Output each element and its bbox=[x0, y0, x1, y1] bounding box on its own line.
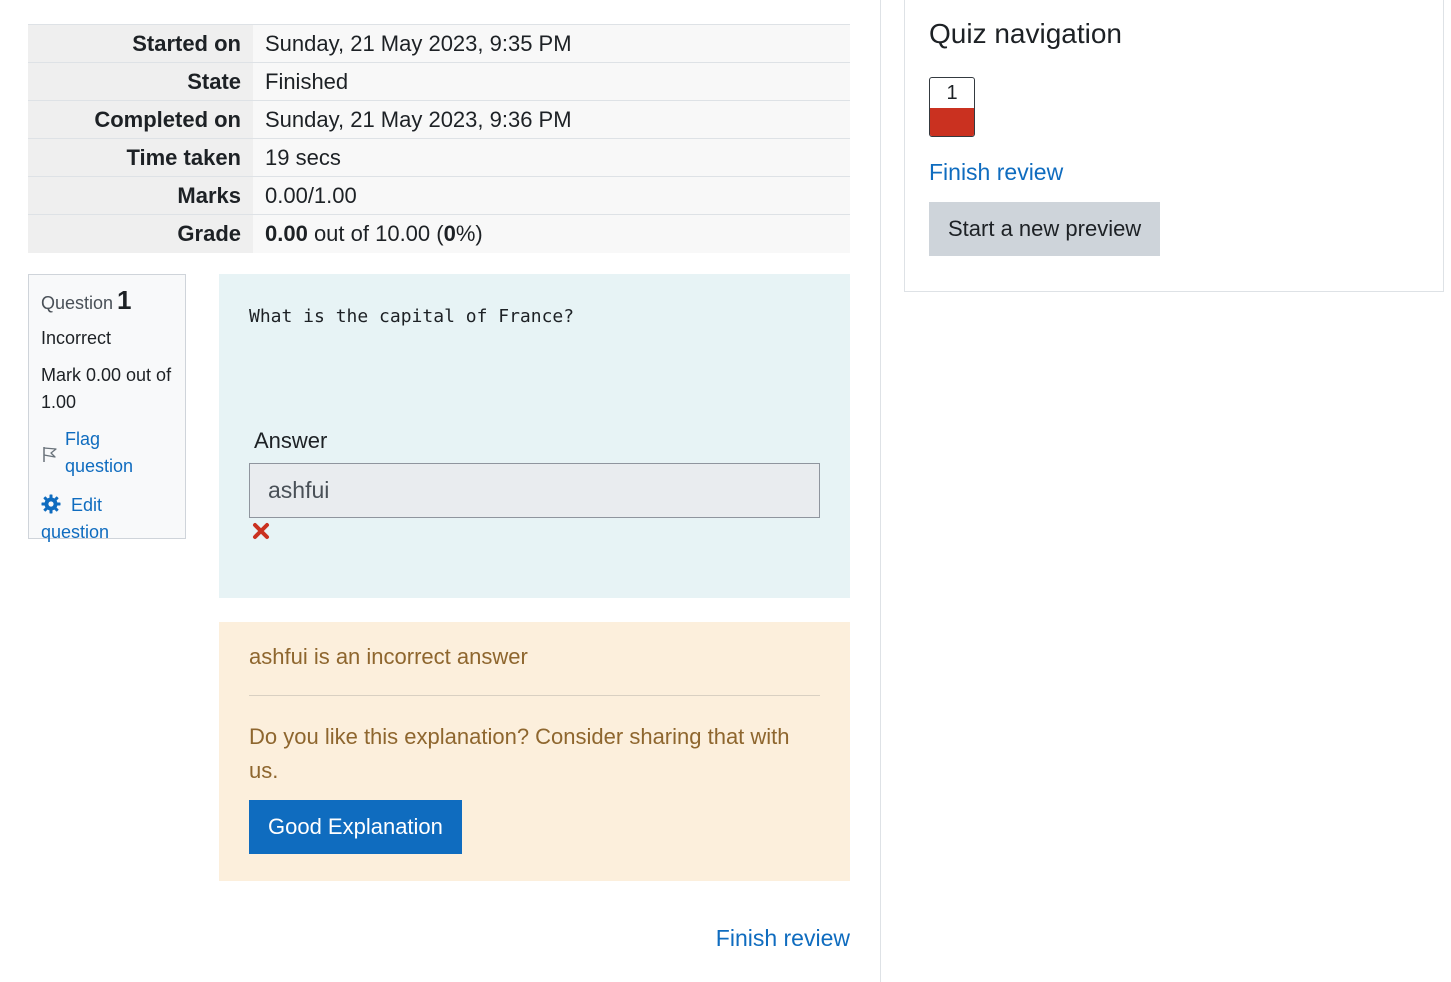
grade-out-of: out of 10.00 ( bbox=[307, 220, 444, 246]
question-nav-status-incorrect bbox=[930, 108, 974, 136]
start-new-preview-button[interactable]: Start a new preview bbox=[929, 202, 1161, 256]
question-mark: Mark 0.00 out of 1.00 bbox=[41, 365, 172, 412]
summary-label: Time taken bbox=[28, 138, 253, 177]
question-state: Incorrect bbox=[41, 328, 112, 348]
summary-row-grade: Grade 0.00 out of 10.00 (0%) bbox=[28, 214, 850, 253]
summary-row-marks: Marks 0.00/1.00 bbox=[28, 176, 850, 215]
summary-row-time-taken: Time taken 19 secs bbox=[28, 138, 850, 177]
quiz-navigation-block: Quiz navigation 1 Finish review Start a … bbox=[904, 0, 1444, 292]
summary-label: Marks bbox=[28, 176, 253, 215]
answer-label: Answer bbox=[254, 428, 328, 453]
feedback-divider bbox=[249, 695, 820, 696]
summary-value: Sunday, 21 May 2023, 9:35 PM bbox=[253, 24, 850, 63]
quiz-navigation-title: Quiz navigation bbox=[929, 18, 1123, 49]
question-label: Question bbox=[41, 293, 114, 313]
finish-review-link-bottom[interactable]: Finish review bbox=[716, 925, 850, 952]
feedback-prompt: Do you like this explanation? Consider s… bbox=[249, 724, 790, 783]
question-formulation: What is the capital of France? Answer as… bbox=[219, 274, 850, 598]
grade-percent-suffix: %) bbox=[455, 220, 483, 246]
summary-value: Finished bbox=[253, 62, 850, 101]
feedback-panel: ashfui is an incorrect answer Do you lik… bbox=[219, 622, 850, 881]
question-info-box: Question 1 Incorrect Mark 0.00 out of 1.0… bbox=[28, 274, 186, 542]
summary-value: Sunday, 21 May 2023, 9:36 PM bbox=[253, 100, 850, 139]
quiz-review-page: Started on Sunday, 21 May 2023, 9:35 PM … bbox=[0, 0, 1451, 982]
summary-label: Started on bbox=[28, 24, 253, 63]
summary-row-started: Started on Sunday, 21 May 2023, 9:35 PM bbox=[28, 24, 850, 63]
column-divider bbox=[880, 0, 881, 982]
question-text: What is the capital of France? bbox=[249, 306, 575, 327]
question-number: Question 1 bbox=[41, 287, 173, 317]
question-number-value: 1 bbox=[117, 285, 132, 315]
summary-label: Grade bbox=[28, 214, 253, 253]
grade-percent: 0 bbox=[443, 220, 456, 246]
question-nav-button[interactable]: 1 bbox=[929, 77, 975, 137]
summary-value: 0.00 out of 10.00 (0%) bbox=[253, 214, 850, 253]
summary-row-state: State Finished bbox=[28, 62, 850, 101]
question-nav-number: 1 bbox=[946, 82, 958, 104]
flag-question-link[interactable]: Flag question bbox=[41, 426, 173, 480]
good-explanation-button[interactable]: Good Explanation bbox=[249, 800, 462, 854]
summary-label: State bbox=[28, 62, 253, 101]
summary-value: 0.00/1.00 bbox=[253, 176, 850, 215]
flag-question-label[interactable]: Flag question bbox=[65, 426, 173, 480]
summary-label: Completed on bbox=[28, 100, 253, 139]
feedback-text: ashfui is an incorrect answer bbox=[249, 644, 528, 669]
gear-icon bbox=[41, 494, 61, 514]
summary-value: 19 secs bbox=[253, 138, 850, 177]
attempt-summary-table: Started on Sunday, 21 May 2023, 9:35 PM … bbox=[28, 24, 850, 253]
finish-review-link[interactable]: Finish review bbox=[929, 159, 1063, 186]
flag-icon bbox=[41, 444, 59, 462]
answer-input[interactable]: ashfui bbox=[249, 463, 820, 518]
grade-score: 0.00 bbox=[265, 220, 308, 246]
edit-question-link[interactable]: Edit question bbox=[41, 492, 173, 546]
cross-icon bbox=[252, 522, 270, 540]
summary-row-completed: Completed on Sunday, 21 May 2023, 9:36 P… bbox=[28, 100, 850, 139]
